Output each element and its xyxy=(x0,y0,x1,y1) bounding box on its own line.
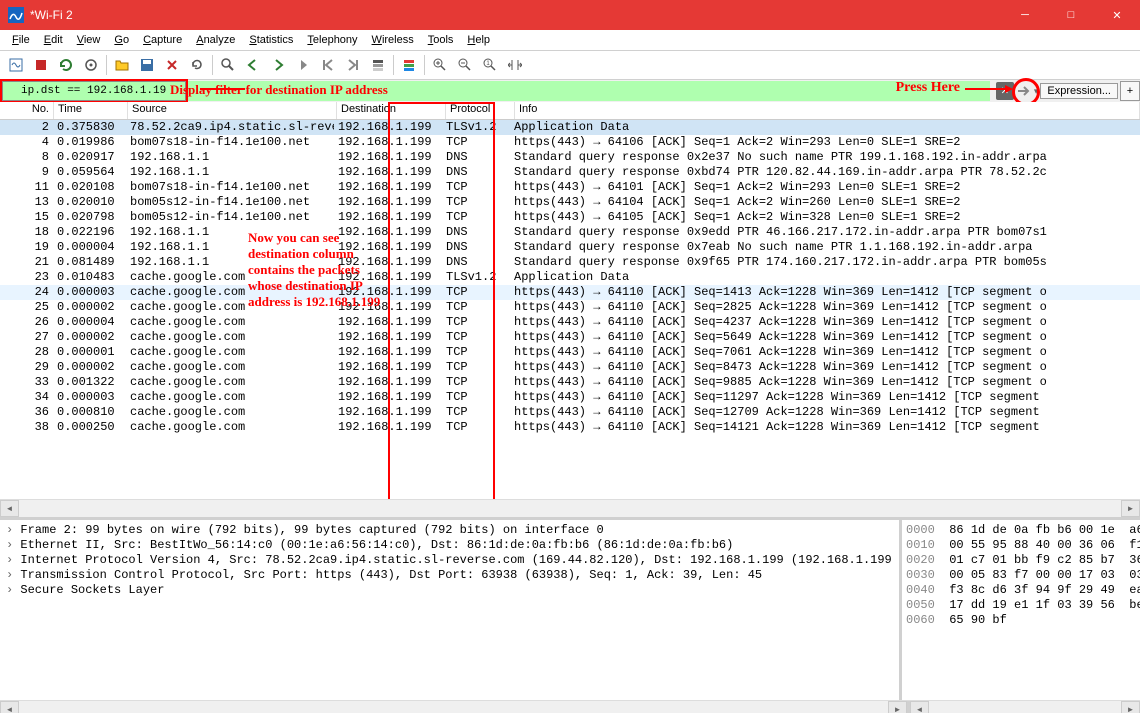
restart-capture-icon[interactable] xyxy=(54,53,78,77)
packet-row[interactable]: 90.059564192.168.1.1192.168.1.199DNSStan… xyxy=(0,165,1140,180)
menu-telephony[interactable]: Telephony xyxy=(300,32,364,48)
zoom-in-icon[interactable] xyxy=(428,53,452,77)
packet-row[interactable]: 280.000001cache.google.com192.168.1.199T… xyxy=(0,345,1140,360)
apply-filter-button[interactable] xyxy=(1014,81,1034,101)
go-last-icon[interactable] xyxy=(341,53,365,77)
packet-row[interactable]: 80.020917192.168.1.1192.168.1.199DNSStan… xyxy=(0,150,1140,165)
packet-row[interactable]: 150.020798bom05s12-in-f14.1e100.net192.1… xyxy=(0,210,1140,225)
start-capture-icon[interactable] xyxy=(4,53,28,77)
detail-tree-row[interactable]: Frame 2: 99 bytes on wire (792 bits), 99… xyxy=(6,523,893,538)
packet-row[interactable]: 40.019986bom07s18-in-f14.1e100.net192.16… xyxy=(0,135,1140,150)
open-file-icon[interactable] xyxy=(110,53,134,77)
maximize-button[interactable]: □ xyxy=(1048,0,1094,30)
go-first-icon[interactable] xyxy=(316,53,340,77)
packet-bytes-pane[interactable]: 0000 86 1d de 0a fb b6 00 1e a60010 00 5… xyxy=(902,520,1140,700)
reload-icon[interactable] xyxy=(185,53,209,77)
titlebar: *Wi-Fi 2 ─ □ ✕ xyxy=(0,0,1140,30)
window-title: *Wi-Fi 2 xyxy=(30,8,1002,22)
hex-row[interactable]: 0010 00 55 95 88 40 00 36 06 f1 xyxy=(906,538,1136,553)
packet-row[interactable]: 230.010483cache.google.com192.168.1.199T… xyxy=(0,270,1140,285)
resize-columns-icon[interactable] xyxy=(503,53,527,77)
packet-row[interactable]: 360.000810cache.google.com192.168.1.199T… xyxy=(0,405,1140,420)
packet-row[interactable]: 130.020010bom05s12-in-f14.1e100.net192.1… xyxy=(0,195,1140,210)
hex-row[interactable]: 0000 86 1d de 0a fb b6 00 1e a6 xyxy=(906,523,1136,538)
close-file-icon[interactable] xyxy=(160,53,184,77)
menubar: FileEditViewGoCaptureAnalyzeStatisticsTe… xyxy=(0,30,1140,51)
menu-help[interactable]: Help xyxy=(460,32,497,48)
detail-tree-row[interactable]: Secure Sockets Layer xyxy=(6,583,893,598)
hex-scroll-left[interactable]: ◄ xyxy=(910,701,929,713)
detail-tree-row[interactable]: Transmission Control Protocol, Src Port:… xyxy=(6,568,893,583)
save-file-icon[interactable] xyxy=(135,53,159,77)
menu-go[interactable]: Go xyxy=(107,32,136,48)
hex-row[interactable]: 0050 17 dd 19 e1 1f 03 39 56 be xyxy=(906,598,1136,613)
packet-row[interactable]: 210.081489192.168.1.1192.168.1.199DNSSta… xyxy=(0,255,1140,270)
column-header-protocol[interactable]: Protocol xyxy=(446,102,515,119)
display-filter-input[interactable] xyxy=(2,81,186,101)
details-scroll-left[interactable]: ◄ xyxy=(0,701,19,713)
packet-row[interactable]: 260.000004cache.google.com192.168.1.199T… xyxy=(0,315,1140,330)
menu-analyze[interactable]: Analyze xyxy=(189,32,242,48)
scroll-left-button[interactable]: ◄ xyxy=(0,500,19,517)
packet-list[interactable]: No.TimeSourceDestinationProtocolInfo 20.… xyxy=(0,102,1140,520)
toolbar: 1 xyxy=(0,51,1140,80)
auto-scroll-icon[interactable] xyxy=(366,53,390,77)
packet-details-pane[interactable]: Frame 2: 99 bytes on wire (792 bits), 99… xyxy=(0,520,902,700)
expression-button[interactable]: Expression... xyxy=(1040,83,1118,99)
details-scroll-right[interactable]: ► xyxy=(888,701,907,713)
menu-view[interactable]: View xyxy=(70,32,108,48)
detail-tree-row[interactable]: Ethernet II, Src: BestItWo_56:14:c0 (00:… xyxy=(6,538,893,553)
find-icon[interactable] xyxy=(216,53,240,77)
column-header-no[interactable]: No. xyxy=(0,102,54,119)
bottom-panes: Frame 2: 99 bytes on wire (792 bits), 99… xyxy=(0,520,1140,700)
zoom-reset-icon[interactable]: 1 xyxy=(478,53,502,77)
column-header-destination[interactable]: Destination xyxy=(337,102,446,119)
packet-row[interactable]: 110.020108bom07s18-in-f14.1e100.net192.1… xyxy=(0,180,1140,195)
close-button[interactable]: ✕ xyxy=(1094,0,1140,30)
filter-bar: ◧ ✕ ▾ Expression... + Display filter for… xyxy=(0,80,1140,102)
scroll-right-button[interactable]: ► xyxy=(1121,500,1140,517)
packet-row[interactable]: 270.000002cache.google.com192.168.1.199T… xyxy=(0,330,1140,345)
menu-tools[interactable]: Tools xyxy=(421,32,461,48)
column-header-source[interactable]: Source xyxy=(128,102,337,119)
packet-row[interactable]: 20.37583078.52.2ca9.ip4.static.sl-revers… xyxy=(0,120,1140,135)
go-to-packet-icon[interactable] xyxy=(291,53,315,77)
column-header-info[interactable]: Info xyxy=(515,102,1140,119)
detail-tree-row[interactable]: Internet Protocol Version 4, Src: 78.52.… xyxy=(6,553,893,568)
go-forward-icon[interactable] xyxy=(266,53,290,77)
hex-row[interactable]: 0060 65 90 bf xyxy=(906,613,1136,628)
stop-capture-icon[interactable] xyxy=(29,53,53,77)
hex-scroll-right[interactable]: ► xyxy=(1121,701,1140,713)
packet-row[interactable]: 380.000250cache.google.com192.168.1.199T… xyxy=(0,420,1140,435)
menu-file[interactable]: File xyxy=(5,32,37,48)
packet-row[interactable]: 340.000003cache.google.com192.168.1.199T… xyxy=(0,390,1140,405)
packet-row[interactable]: 290.000002cache.google.com192.168.1.199T… xyxy=(0,360,1140,375)
packet-row[interactable]: 240.000003cache.google.com192.168.1.199T… xyxy=(0,285,1140,300)
packet-row[interactable]: 330.001322cache.google.com192.168.1.199T… xyxy=(0,375,1140,390)
zoom-out-icon[interactable] xyxy=(453,53,477,77)
colorize-icon[interactable] xyxy=(397,53,421,77)
go-back-icon[interactable] xyxy=(241,53,265,77)
hex-row[interactable]: 0030 00 05 83 f7 00 00 17 03 03 xyxy=(906,568,1136,583)
add-filter-button[interactable]: + xyxy=(1120,81,1140,101)
packet-row[interactable]: 250.000002cache.google.com192.168.1.199T… xyxy=(0,300,1140,315)
packet-row[interactable]: 180.022196192.168.1.1192.168.1.199DNSSta… xyxy=(0,225,1140,240)
hex-row[interactable]: 0040 f3 8c d6 3f 94 9f 29 49 ea xyxy=(906,583,1136,598)
menu-edit[interactable]: Edit xyxy=(37,32,70,48)
packet-row[interactable]: 190.000004192.168.1.1192.168.1.199DNSSta… xyxy=(0,240,1140,255)
menu-capture[interactable]: Capture xyxy=(136,32,189,48)
menu-statistics[interactable]: Statistics xyxy=(242,32,300,48)
minimize-button[interactable]: ─ xyxy=(1002,0,1048,30)
wireshark-icon xyxy=(8,7,24,23)
menu-wireless[interactable]: Wireless xyxy=(365,32,421,48)
column-header-time[interactable]: Time xyxy=(54,102,128,119)
capture-options-icon[interactable] xyxy=(79,53,103,77)
hex-row[interactable]: 0020 01 c7 01 bb f9 c2 85 b7 36 xyxy=(906,553,1136,568)
